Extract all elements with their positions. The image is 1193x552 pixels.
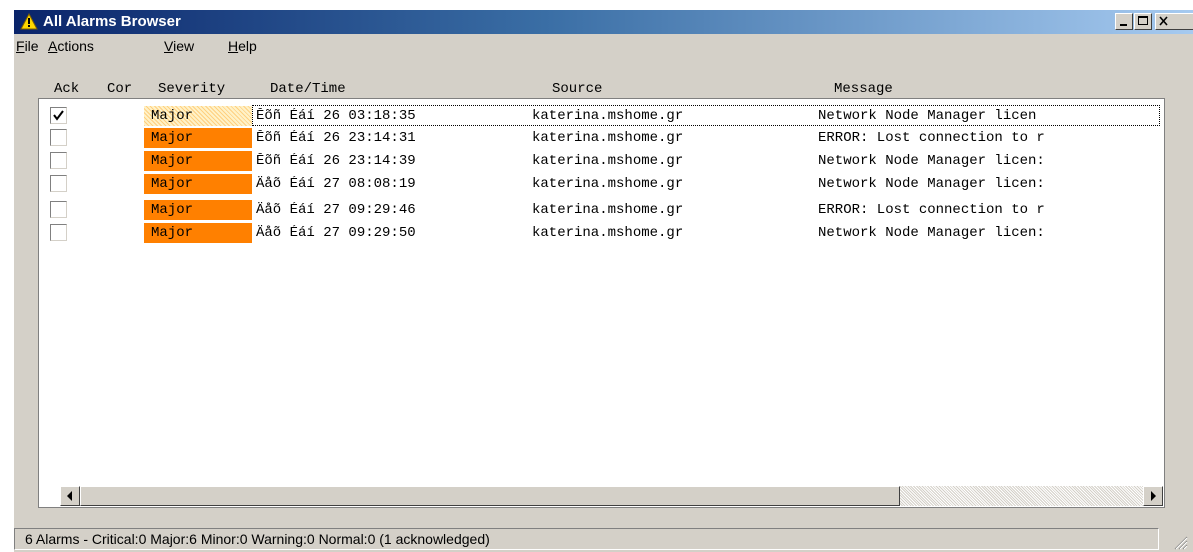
header-message[interactable]: Message [834,81,893,97]
checkmark-icon [53,110,64,121]
table-row[interactable]: Major Ĕõñ Éáí 26 03:18:35 katerina.mshom… [40,105,1160,127]
menu-bar: File Actions View Help [14,34,1193,58]
table-row[interactable]: Major Ĕõñ Éáí 26 23:14:31 katerina.mshom… [40,127,1160,149]
menu-help[interactable]: Help [228,38,257,54]
resize-grip-icon[interactable] [1172,534,1188,550]
table-row[interactable]: Major Äåõ Éáí 27 08:08:19 katerina.mshom… [40,173,1160,195]
message-cell: Network Node Manager licen [818,108,1037,124]
datetime-cell: Äåõ Éáí 27 09:29:50 [256,225,416,241]
arrow-left-icon [67,491,72,501]
message-cell: Network Node Manager licen: [818,176,1045,192]
ack-checkbox[interactable] [50,201,67,218]
menu-view-label: iew [173,38,195,54]
scroll-thumb[interactable] [80,486,900,506]
header-severity[interactable]: Severity [158,81,225,97]
menu-file-label: ile [24,38,39,54]
scroll-right-button[interactable] [1143,486,1163,506]
menu-file-mnemonic: F [16,38,25,54]
menu-actions-label: ctions [57,38,94,54]
source-cell: katerina.mshome.gr [532,130,684,146]
ack-checkbox[interactable] [50,107,67,124]
horizontal-scrollbar[interactable] [60,486,1163,506]
severity-cell: Major [144,106,252,126]
datetime-cell: Ĕõñ Éáí 26 23:14:39 [256,153,416,169]
menu-view-mnemonic: V [164,38,174,54]
ack-checkbox[interactable] [50,129,67,146]
close-icon [1159,16,1168,26]
severity-cell: Major [144,174,252,194]
message-cell: Network Node Manager licen: [818,225,1045,241]
minimize-button[interactable] [1115,13,1133,30]
status-bar: 6 Alarms - Critical:0 Major:6 Minor:0 Wa… [14,528,1159,550]
severity-cell: Major [144,151,252,171]
menu-help-label: elp [238,38,257,54]
datetime-cell: Äåõ Éáí 27 09:29:46 [256,202,416,218]
table-row[interactable]: Major Äåõ Éáí 27 09:29:50 katerina.mshom… [40,222,1160,244]
severity-cell: Major [144,223,252,243]
datetime-cell: Ĕõñ Éáí 26 03:18:35 [256,108,416,124]
source-cell: katerina.mshome.gr [532,176,684,192]
close-button[interactable] [1155,13,1193,30]
maximize-icon [1138,16,1148,25]
ack-checkbox[interactable] [50,175,67,192]
severity-cell: Major [144,128,252,148]
menu-file[interactable]: File [16,38,39,54]
severity-cell: Major [144,200,252,220]
table-row[interactable]: Major Ĕõñ Éáí 26 23:14:39 katerina.mshom… [40,150,1160,172]
header-ack[interactable]: Ack [54,81,79,97]
ack-checkbox[interactable] [50,152,67,169]
window-title: All Alarms Browser [43,13,181,30]
menu-actions[interactable]: Actions [48,38,94,54]
menu-view[interactable]: View [164,38,194,54]
header-datetime[interactable]: Date/Time [270,81,346,97]
source-cell: katerina.mshome.gr [532,225,684,241]
menu-actions-mnemonic: A [48,38,58,54]
scroll-left-button[interactable] [60,486,80,506]
warning-triangle-icon [20,13,38,30]
source-cell: katerina.mshome.gr [532,202,684,218]
title-bar[interactable]: All Alarms Browser [14,10,1193,34]
message-cell: ERROR: Lost connection to r [818,130,1045,146]
header-cor[interactable]: Cor [107,81,132,97]
source-cell: katerina.mshome.gr [532,153,684,169]
datetime-cell: Ĕõñ Éáí 26 23:14:31 [256,130,416,146]
menu-help-mnemonic: H [228,38,239,54]
arrow-right-icon [1151,491,1156,501]
ack-checkbox[interactable] [50,224,67,241]
message-cell: ERROR: Lost connection to r [818,202,1045,218]
source-cell: katerina.mshome.gr [532,108,684,124]
message-cell: Network Node Manager licen: [818,153,1045,169]
table-row[interactable]: Major Äåõ Éáí 27 09:29:46 katerina.mshom… [40,199,1160,221]
header-source[interactable]: Source [552,81,602,97]
datetime-cell: Äåõ Éáí 27 08:08:19 [256,176,416,192]
maximize-button[interactable] [1134,13,1152,30]
status-text: 6 Alarms - Critical:0 Major:6 Minor:0 Wa… [25,531,490,547]
minimize-icon [1120,24,1127,26]
